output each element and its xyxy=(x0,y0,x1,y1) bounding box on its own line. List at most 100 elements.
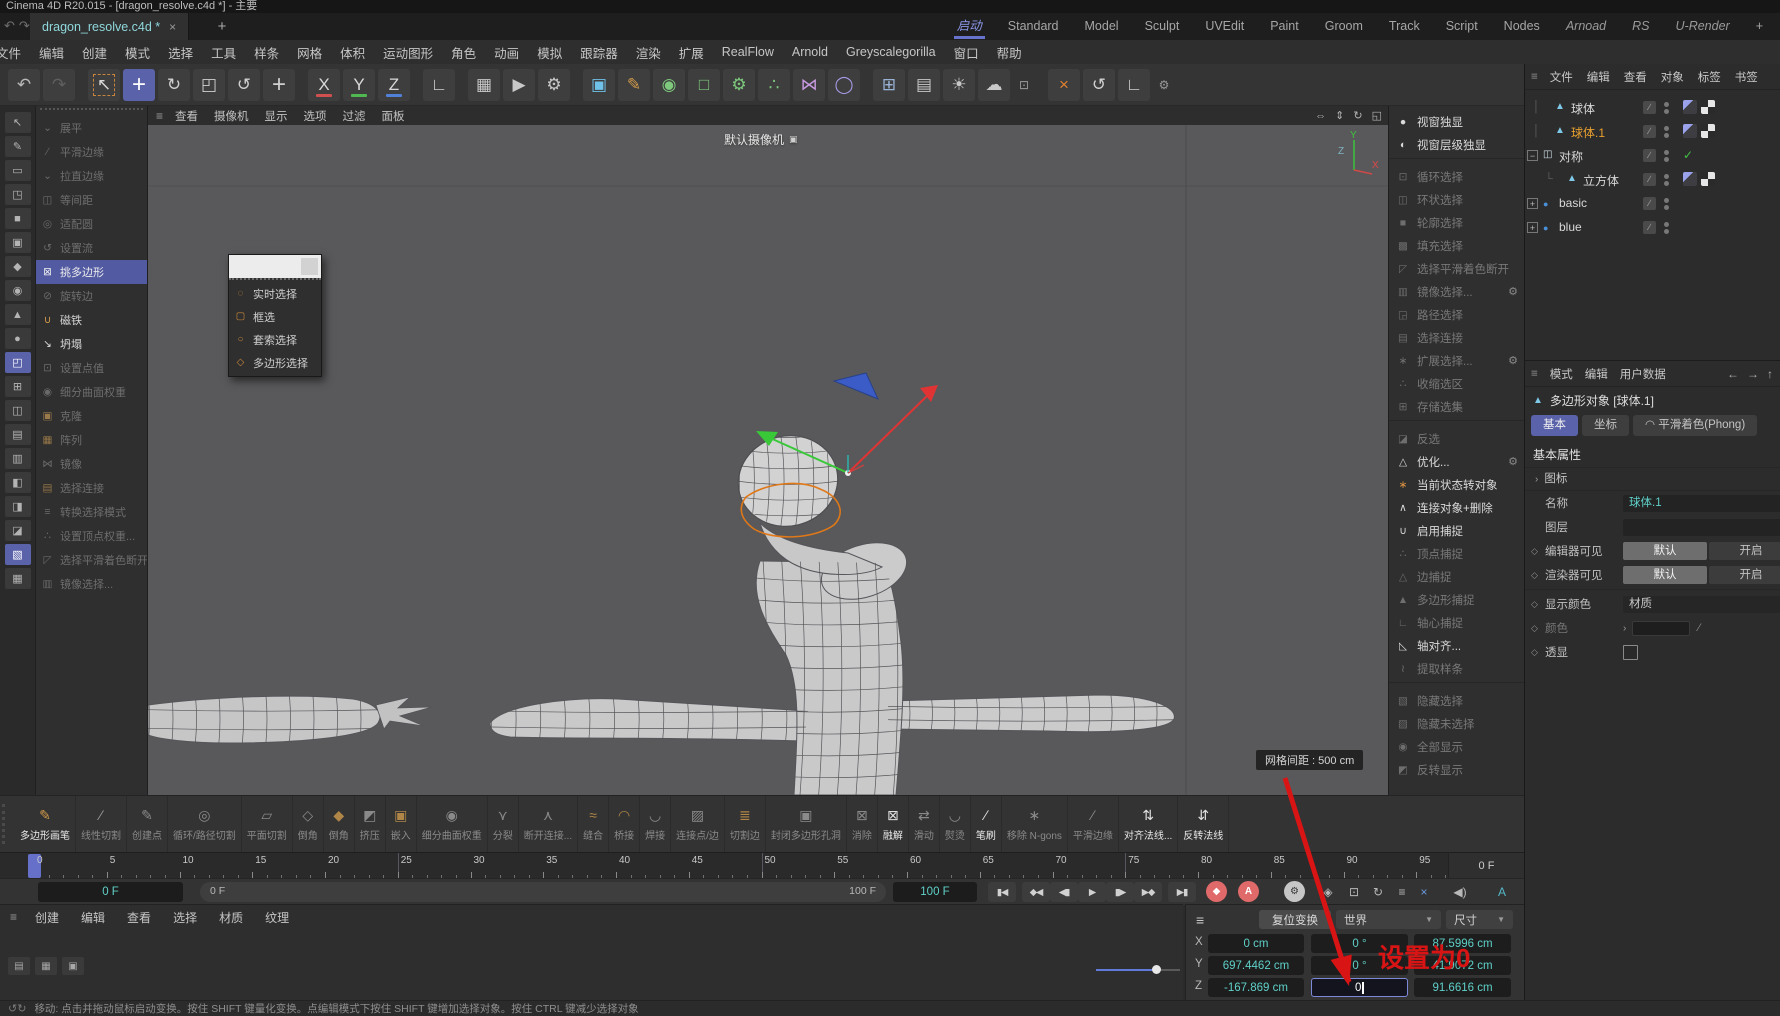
viewport-menu-item[interactable]: 过滤 xyxy=(335,108,374,124)
new-tab-button[interactable]: + xyxy=(212,17,232,37)
open-window-button[interactable]: ⊡ xyxy=(1013,72,1035,98)
solo-toggle[interactable]: A xyxy=(1492,883,1512,901)
timeline-ruler[interactable]: 0 5 10 15 20 25 30 35 40 45 50 55 60 65 70 75 80 85 90 95 xyxy=(0,852,1448,879)
axis-y-toggle[interactable]: Y xyxy=(343,68,375,101)
menubar-item[interactable]: 体积 xyxy=(331,43,374,62)
modeling-tool[interactable]: ⋏ 断开连接... xyxy=(519,796,579,852)
expand-icon[interactable]: + xyxy=(1527,222,1538,233)
display-color-dropdown[interactable]: 材质 xyxy=(1623,595,1780,613)
object-row[interactable]: − ◫ 对称 ∕ ✓ xyxy=(1525,144,1780,168)
attribute-tab[interactable]: 基本 xyxy=(1531,415,1578,436)
visibility-dot-render[interactable] xyxy=(1664,205,1669,210)
visibility-dot-render[interactable] xyxy=(1664,229,1669,234)
spline-loop-button[interactable]: ◯ xyxy=(828,68,860,101)
redo-button[interactable]: ↷ xyxy=(43,68,75,101)
key-position-toggle[interactable]: ◈ xyxy=(1318,883,1338,901)
menubar-item[interactable]: 角色 xyxy=(442,43,485,62)
menubar-item[interactable]: 文件 xyxy=(0,43,30,62)
left-dock-tool[interactable]: ◉ xyxy=(4,280,31,301)
material-compact-view-icon[interactable]: ▣ xyxy=(62,957,84,975)
workspace-tab[interactable]: Nodes xyxy=(1491,13,1553,40)
pan-icon[interactable]: ⇔ xyxy=(1315,110,1326,122)
edit-toggle-icon[interactable]: ∕ xyxy=(1643,221,1656,234)
go-to-end-button[interactable]: ▶▮ xyxy=(1168,882,1196,902)
material-menu-item[interactable]: 编辑 xyxy=(71,909,115,926)
workspace-tab[interactable]: UVEdit xyxy=(1192,13,1257,40)
palette-command[interactable]: ◫ 环状选择 xyxy=(1389,188,1524,211)
left-dock-tool[interactable]: ◰ xyxy=(4,352,31,373)
modeling-tool[interactable]: ✎ 多边形画笔 xyxy=(15,796,76,852)
palette-command[interactable]: ∴ 收缩选区 xyxy=(1389,372,1524,395)
undo-icon[interactable]: ↶ xyxy=(4,18,19,33)
attribute-tab[interactable]: 坐标 xyxy=(1582,415,1629,436)
palette-command[interactable]: ∧ 连接对象+删除 xyxy=(1389,496,1524,519)
visibility-dot-render[interactable] xyxy=(1664,109,1669,114)
left-dock-tool[interactable]: ⊞ xyxy=(4,376,31,397)
command-item[interactable]: ▦ 阵列 xyxy=(36,428,147,452)
modeling-tool[interactable]: ◎ 循环/路径切割 xyxy=(168,796,242,852)
mograph-button[interactable]: ⊞ xyxy=(873,68,905,101)
text-input[interactable]: 球体.1 xyxy=(1623,494,1780,512)
camera-menu-icon[interactable]: ▣ xyxy=(789,134,798,145)
popup-menu-item[interactable]: ◌ 实时选择 xyxy=(229,282,321,305)
left-dock-tool[interactable]: ▥ xyxy=(4,448,31,469)
menubar-item[interactable]: 动画 xyxy=(485,43,528,62)
on-button[interactable]: 开启 xyxy=(1709,566,1780,584)
command-item[interactable]: ◸ 选择平滑着色断开 xyxy=(36,548,147,572)
rotate-tool[interactable]: ↻ xyxy=(158,68,190,101)
edit-toggle-icon[interactable]: ∕ xyxy=(1643,125,1656,138)
coordinate-space-dropdown[interactable]: 世界 ▼ xyxy=(1336,910,1441,929)
command-item[interactable]: ⊠ 挑多边形 xyxy=(36,260,147,284)
menubar-item[interactable]: 模拟 xyxy=(528,43,571,62)
command-item[interactable]: ◫ 等间距 xyxy=(36,188,147,212)
menubar-item[interactable]: 模式 xyxy=(116,43,159,62)
modeling-tool[interactable]: ◠ 桥接 xyxy=(609,796,641,852)
palette-command[interactable]: ≀ 提取样条 xyxy=(1389,657,1524,680)
object-name[interactable]: basic xyxy=(1559,196,1587,210)
menubar-item[interactable]: 选择 xyxy=(159,43,202,62)
texture-tag-icon[interactable] xyxy=(1701,124,1715,138)
edit-toggle-icon[interactable]: ∕ xyxy=(1643,101,1656,114)
menubar-item[interactable]: Arnold xyxy=(783,45,837,59)
workspace-tab[interactable]: 启动 xyxy=(944,13,995,40)
environment-button[interactable]: ☁ xyxy=(978,68,1010,101)
enabled-check-icon[interactable]: ✓ xyxy=(1683,148,1693,162)
position-x-field[interactable]: 0 cm xyxy=(1208,934,1304,953)
left-dock-tool[interactable]: ▲ xyxy=(4,304,31,325)
edit-toggle-icon[interactable]: ∕ xyxy=(1643,173,1656,186)
modeling-button[interactable]: ⚙ xyxy=(723,68,755,101)
phong-tag-icon[interactable] xyxy=(1683,172,1697,186)
attribute-menu-item[interactable]: 编辑 xyxy=(1579,369,1614,381)
popup-menu-item[interactable]: ○ 套索选择 xyxy=(229,328,321,351)
viewport[interactable]: ≡ 查看 摄像机 显示 选项 过滤 面板 ⇔ ⇕ ↻ ◱ 默认摄像机 ▣ 网格间距 : 500 … xyxy=(148,106,1388,795)
palette-command[interactable]: ▲ 多边形捕捉 xyxy=(1389,588,1524,611)
material-grid-view-icon[interactable]: ▤ xyxy=(8,957,30,975)
render-settings-button[interactable]: ⚙ xyxy=(538,68,570,101)
sound-toggle[interactable]: ◀) xyxy=(1450,883,1470,901)
modeling-tool[interactable]: ∕ 线性切割 xyxy=(76,796,127,852)
symmetry-button[interactable]: ⋈ xyxy=(793,68,825,101)
menubar-item[interactable]: 编辑 xyxy=(30,43,73,62)
menubar-item[interactable]: 渲染 xyxy=(627,43,670,62)
autokey-button[interactable]: A xyxy=(1238,881,1259,902)
command-item[interactable]: ⋈ 镜像 xyxy=(36,452,147,476)
next-frame-button[interactable]: ▮▶ xyxy=(1106,882,1134,902)
modeling-tool[interactable]: ⊠ 消除 xyxy=(847,796,878,852)
phong-tag-icon[interactable] xyxy=(1683,124,1697,138)
left-dock-tool[interactable]: ▦ xyxy=(4,568,31,589)
left-dock-tool[interactable]: ▣ xyxy=(4,232,31,253)
phong-tag-icon[interactable] xyxy=(1683,100,1697,114)
menubar-item[interactable]: 样条 xyxy=(245,43,288,62)
key-pla-toggle[interactable]: × xyxy=(1414,883,1434,901)
visibility-dot-editor[interactable] xyxy=(1664,222,1669,227)
viewport-menu-item[interactable]: 面板 xyxy=(374,108,413,124)
gear-icon[interactable]: ⚙ xyxy=(1508,285,1518,298)
palette-command[interactable]: ◪ 反选 xyxy=(1389,427,1524,450)
light-button[interactable]: ☀ xyxy=(943,68,975,101)
attribute-menu-item[interactable]: 模式 xyxy=(1544,369,1579,381)
visibility-dot-render[interactable] xyxy=(1664,157,1669,162)
workspace-tab[interactable]: U-Render xyxy=(1663,13,1743,40)
material-menu-item[interactable]: 创建 xyxy=(25,909,69,926)
render-view-button[interactable]: ▦ xyxy=(468,68,500,101)
workspace-add-button[interactable]: + xyxy=(1743,13,1776,40)
